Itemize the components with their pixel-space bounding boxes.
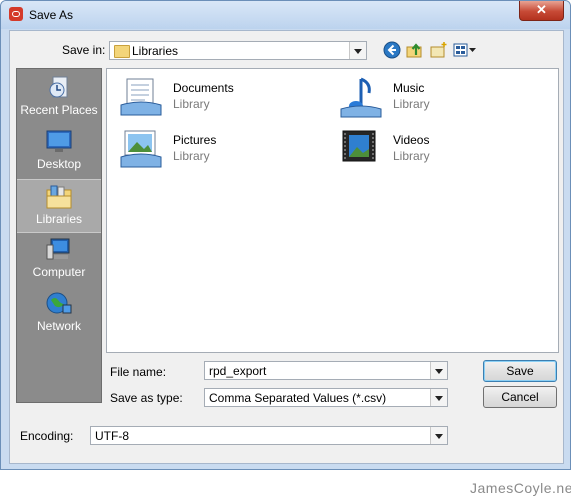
place-recent-places[interactable]: Recent Places [17, 71, 101, 123]
encoding-value: UTF-8 [95, 429, 129, 443]
cancel-button[interactable]: Cancel [483, 386, 557, 408]
library-name: Music [393, 81, 425, 95]
pictures-library-icon [120, 130, 162, 168]
save-as-type-label: Save as type: [110, 391, 183, 405]
close-button[interactable]: ✕ [519, 1, 564, 21]
views-menu-icon[interactable] [453, 41, 477, 59]
place-label: Libraries [35, 212, 83, 226]
save-in-label: Save in: [62, 43, 106, 57]
place-label: Recent Places [20, 103, 98, 117]
videos-library-icon [342, 130, 376, 162]
places-bar: Recent Places Desktop Libraries Computer… [16, 68, 102, 403]
library-music[interactable]: Music Library [337, 75, 547, 119]
library-documents[interactable]: Documents Library [117, 75, 327, 119]
place-label: Desktop [36, 157, 82, 171]
encoding-dropdown[interactable]: UTF-8 [90, 426, 448, 445]
library-type: Library [173, 97, 210, 111]
chevron-down-icon[interactable] [430, 389, 447, 406]
dialog-body: Save in: Libraries Recent Places Desktop… [9, 30, 564, 464]
file-name-label: File name: [110, 365, 167, 379]
place-label: Computer [32, 265, 86, 279]
window-title: Save As [29, 8, 74, 22]
place-network[interactable]: Network [17, 287, 101, 339]
libraries-icon [46, 185, 72, 209]
save-as-dialog: Save As ✕ Save in: Libraries Recent Plac… [0, 0, 571, 470]
chevron-down-icon[interactable] [430, 362, 447, 379]
music-library-icon [340, 77, 382, 118]
place-desktop[interactable]: Desktop [17, 125, 101, 177]
recent-places-icon [49, 76, 68, 98]
app-icon [9, 7, 23, 21]
library-type: Library [393, 97, 430, 111]
library-type: Library [393, 149, 430, 163]
back-icon[interactable] [383, 41, 401, 59]
file-list-view[interactable]: Documents Library Music Library Pictures… [106, 68, 559, 353]
library-videos[interactable]: Videos Library [337, 127, 547, 171]
title-bar[interactable]: Save As ✕ [1, 1, 570, 29]
save-as-type-value: Comma Separated Values (*.csv) [209, 391, 387, 405]
library-name: Documents [173, 81, 234, 95]
library-type: Library [173, 149, 210, 163]
file-name-field[interactable]: rpd_export [204, 361, 448, 380]
save-as-type-dropdown[interactable]: Comma Separated Values (*.csv) [204, 388, 448, 407]
save-button[interactable]: Save [483, 360, 557, 382]
desktop-icon [46, 130, 72, 152]
library-pictures[interactable]: Pictures Library [117, 127, 327, 171]
save-in-dropdown[interactable]: Libraries [109, 41, 367, 60]
network-icon [46, 292, 72, 314]
libraries-folder-icon [114, 45, 130, 58]
computer-icon [46, 238, 70, 260]
chevron-down-icon[interactable] [430, 427, 447, 444]
place-label: Network [36, 319, 81, 333]
library-name: Pictures [173, 133, 217, 147]
place-libraries[interactable]: Libraries [17, 179, 101, 233]
place-computer[interactable]: Computer [17, 233, 101, 285]
documents-library-icon [120, 78, 162, 116]
encoding-label: Encoding: [20, 429, 74, 443]
new-folder-icon[interactable] [430, 41, 448, 59]
save-in-value: Libraries [132, 44, 179, 58]
up-folder-icon[interactable] [406, 41, 424, 59]
chevron-down-icon[interactable] [349, 42, 366, 59]
library-name: Videos [393, 133, 430, 147]
watermark: JamesCoyle.net [470, 480, 571, 496]
file-name-value: rpd_export [209, 364, 267, 378]
